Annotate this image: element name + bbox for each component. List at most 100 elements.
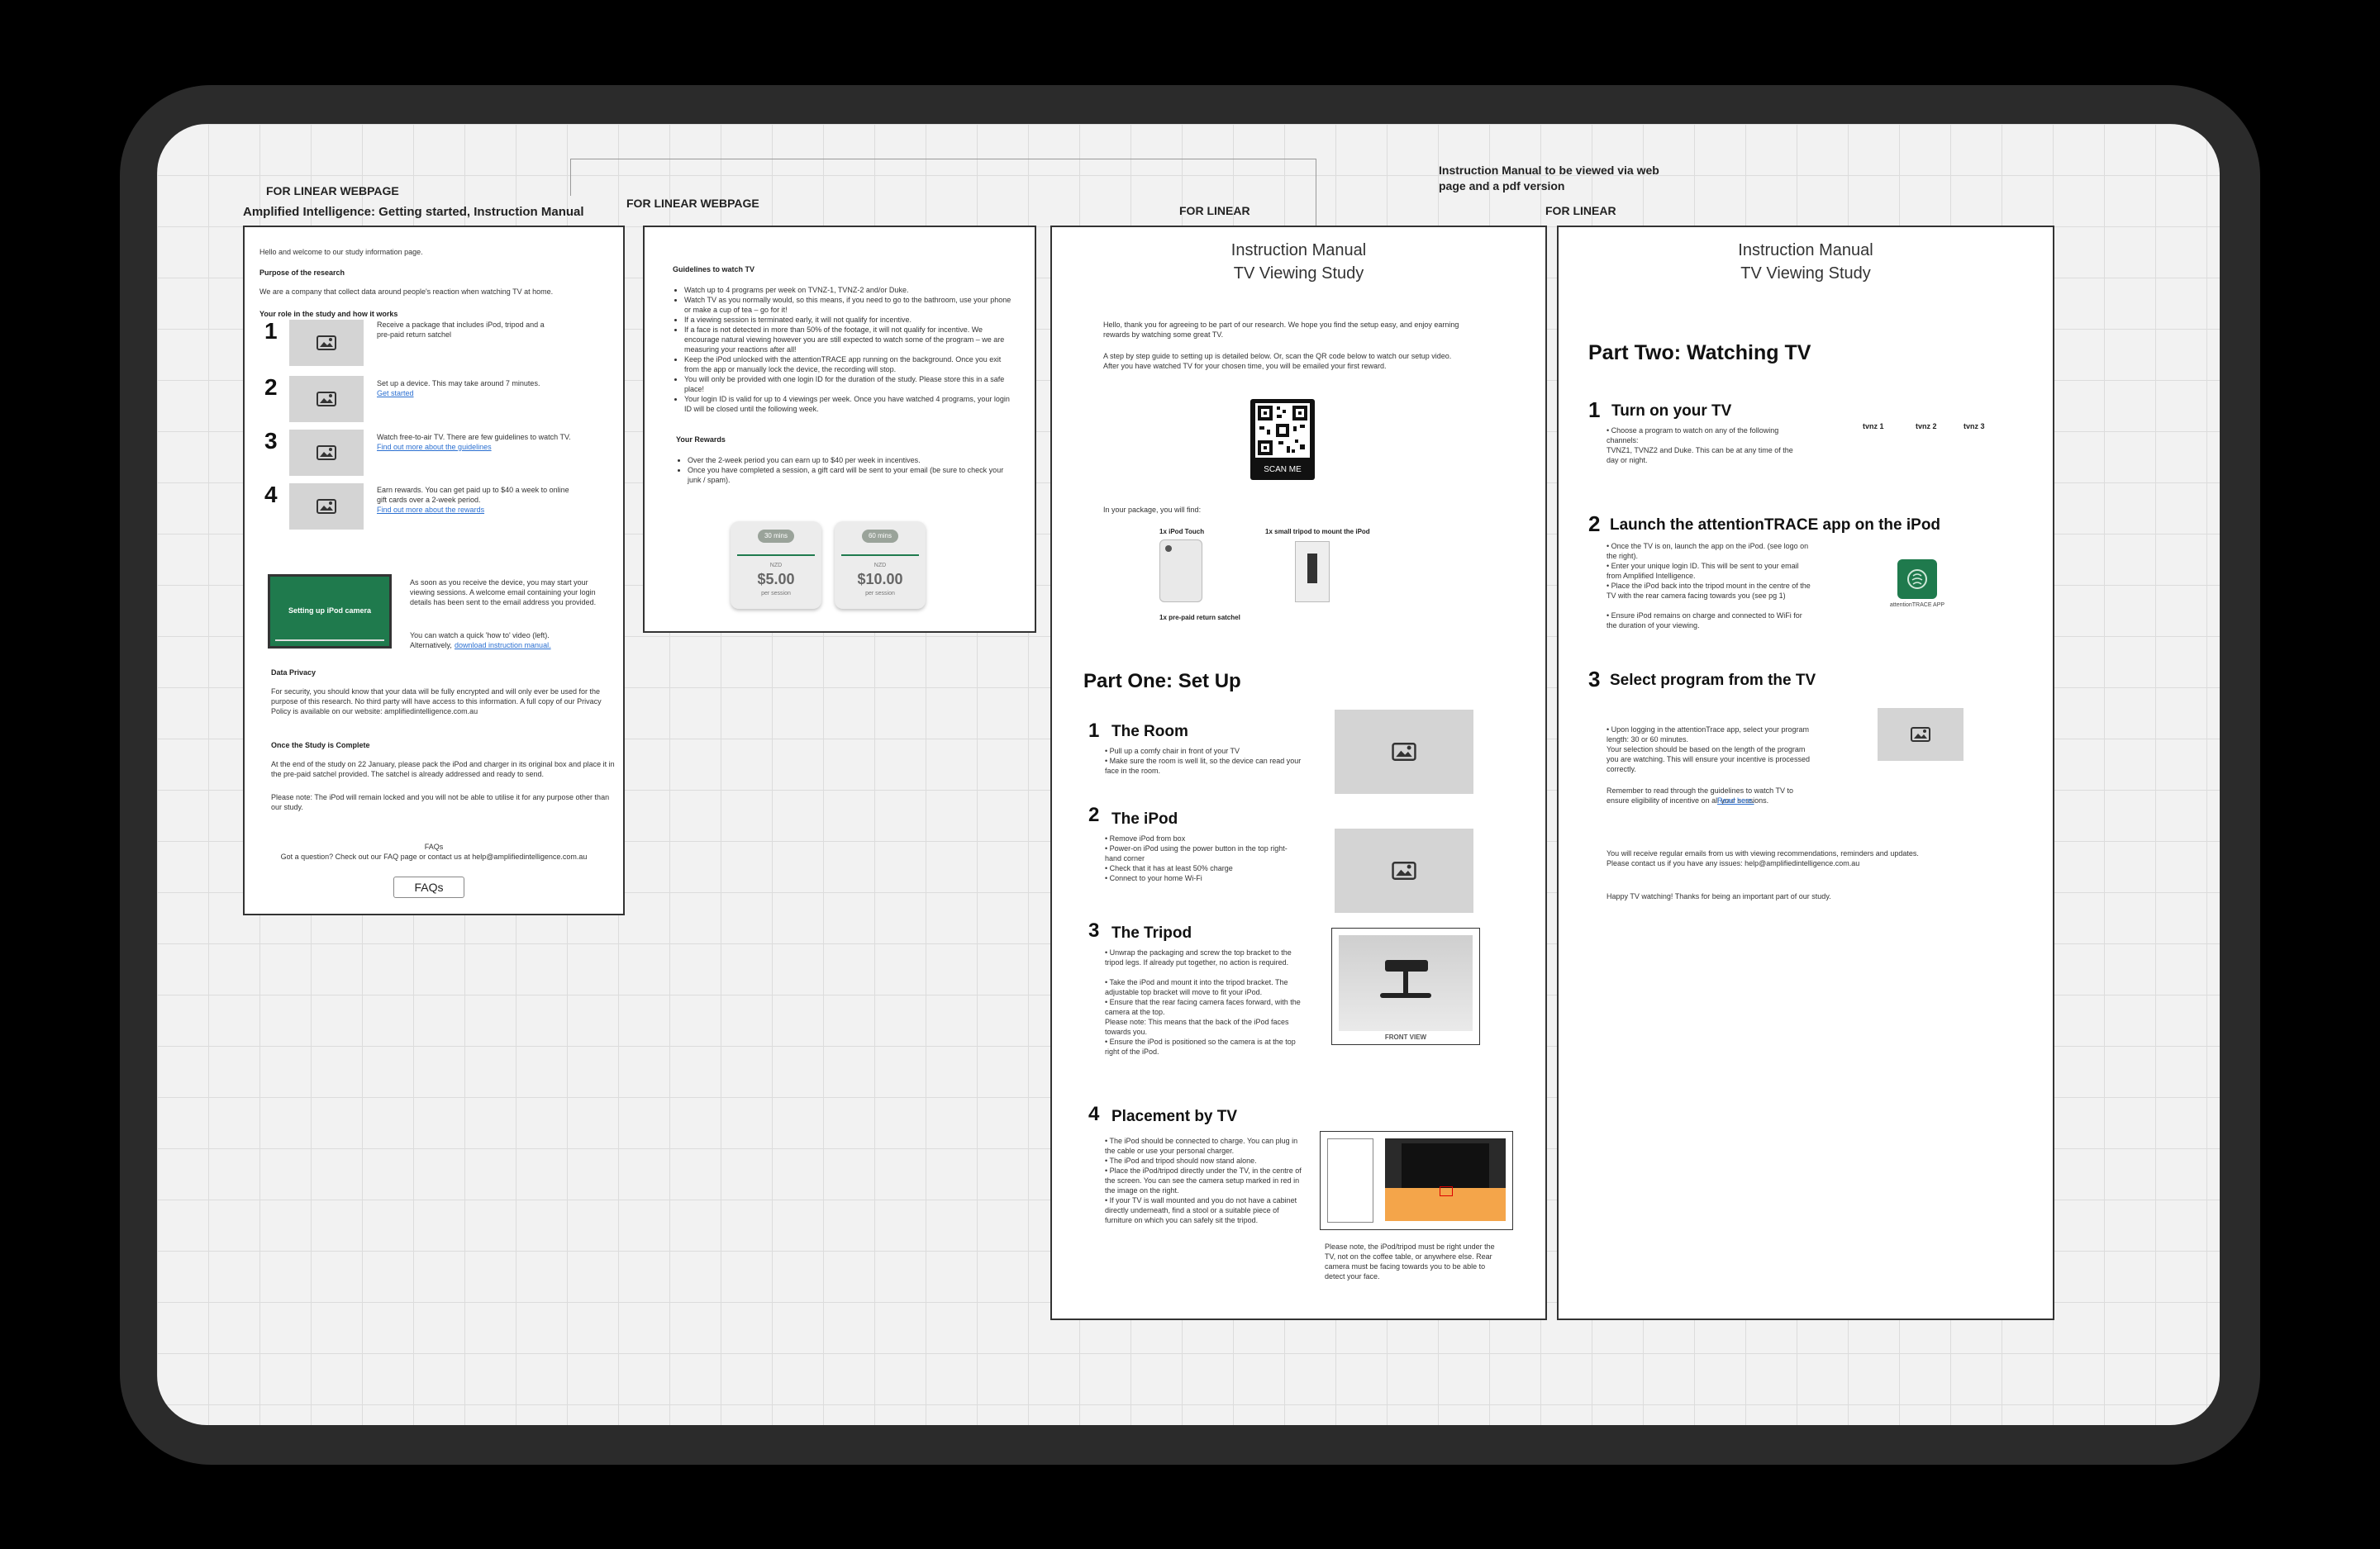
video-label: Setting up iPod camera <box>288 606 372 615</box>
image-icon <box>317 499 336 514</box>
section-title: Launch the attentionTRACE app on the iPo… <box>1610 516 1941 534</box>
video-progress <box>275 639 384 641</box>
section-line: Please note: This means that the back of… <box>1105 1018 1289 1036</box>
duration-badge: 60 mins <box>862 530 898 543</box>
guidelines-link[interactable]: Find out more about the guidelines <box>377 442 492 452</box>
section-title: The Tripod <box>1111 924 1192 942</box>
read-here-link[interactable]: Read here. <box>1717 796 1754 805</box>
list-item: Over the 2-week period you can earn up t… <box>688 455 1018 465</box>
card-divider <box>841 554 919 556</box>
section-line: • Ensure iPod remains on charge and conn… <box>1606 611 1802 630</box>
section-line: • Unwrap the packaging and screw the top… <box>1105 948 1292 967</box>
rewards-link[interactable]: Find out more about the rewards <box>377 505 484 515</box>
step-text: Earn rewards. You can get paid up to $40… <box>377 486 569 504</box>
image-icon <box>317 335 336 350</box>
tripod-stem <box>1403 972 1408 993</box>
attentiontrace-app-icon <box>1897 559 1937 599</box>
tripod-legs <box>1380 993 1431 998</box>
page-guidelines: Guidelines to watch TV Watch up to 4 pro… <box>643 226 1036 633</box>
download-manual-link[interactable]: download instruction manual. <box>455 640 551 650</box>
channel-logo-duke: tvnz 3 <box>1963 422 1985 430</box>
guidelines-list: Watch up to 4 programs per week on TVNZ-… <box>673 285 1015 414</box>
image-icon <box>317 392 336 406</box>
qr-code[interactable]: SCAN ME <box>1250 399 1315 480</box>
list-item: If a face is not detected in more than 5… <box>684 325 1015 354</box>
tripod-caption: FRONT VIEW <box>1384 1033 1427 1041</box>
complete-text: At the end of the study on 22 January, p… <box>271 760 615 778</box>
emails-text: You will receive regular emails from us … <box>1606 849 1919 867</box>
section-title: The iPod <box>1111 810 1178 828</box>
package-intro: In your package, you will find: <box>1103 506 1202 514</box>
section-number: 3 <box>1588 667 1601 691</box>
section-line: • Make sure the room is well lit, so the… <box>1105 757 1302 775</box>
manual-intro-2: A step by step guide to setting up is de… <box>1103 352 1452 370</box>
page-getting-started: Hello and welcome to our study informati… <box>243 226 625 915</box>
role-heading: Your role in the study and how it works <box>259 310 398 318</box>
image-icon <box>1911 727 1930 742</box>
step-number: 1 <box>264 318 278 344</box>
step-text: Receive a package that includes iPod, tr… <box>377 321 545 339</box>
side-view-diagram <box>1327 1138 1373 1223</box>
package-item: 1x pre-paid return satchel <box>1159 614 1240 621</box>
privacy-heading: Data Privacy <box>271 668 317 677</box>
image-icon <box>317 445 336 460</box>
rewards-list: Over the 2-week period you can earn up t… <box>676 455 1018 485</box>
section-line: • Connect to your home Wi-Fi <box>1105 874 1202 882</box>
section-line: • Remove iPod from box <box>1105 834 1186 843</box>
tripod-shape <box>1307 554 1317 583</box>
board-title: Amplified Intelligence: Getting started,… <box>243 205 584 219</box>
image-icon <box>1392 743 1416 761</box>
channel-label: tvnz 3 <box>1963 422 1985 430</box>
page-instruction-manual-watching: Instruction Manual TV Viewing Study Part… <box>1557 226 2054 1320</box>
tv-placement-diagram <box>1320 1131 1513 1230</box>
section-line: Remember to read through the guidelines … <box>1606 786 1793 805</box>
channel-label: tvnz 1 <box>1863 422 1884 430</box>
section-number: 2 <box>1588 511 1601 536</box>
step-number: 2 <box>264 374 278 400</box>
section-line: • Take the iPod and mount it into the tr… <box>1105 978 1288 996</box>
canvas[interactable]: FOR LINEAR WEBPAGE Amplified Intelligenc… <box>157 124 2220 1425</box>
reward-amount: $5.00 <box>757 571 795 587</box>
section-line: • Choose a program to watch on any of th… <box>1606 426 1779 444</box>
section-line: • Enter your unique login ID. This will … <box>1606 562 1799 580</box>
tv-screen <box>1402 1143 1489 1188</box>
complete-heading: Once the Study is Complete <box>271 741 370 749</box>
section-line: • Place the iPod back into the tripod mo… <box>1606 582 1811 600</box>
purpose-heading: Purpose of the research <box>259 268 345 277</box>
list-item: Watch up to 4 programs per week on TVNZ-… <box>684 285 1015 295</box>
tripod-image <box>1295 541 1330 602</box>
video-thumbnail[interactable]: Setting up iPod camera <box>268 574 392 649</box>
section-line: • The iPod should be connected to charge… <box>1105 1137 1298 1155</box>
video-text: As soon as you receive the device, you m… <box>410 578 597 606</box>
manual-intro: Hello, thank you for agreeing to be part… <box>1103 321 1459 339</box>
section-line: • Power-on iPod using the power button i… <box>1105 844 1288 862</box>
room-photo <box>1385 1138 1506 1221</box>
label-for-linear-2: FOR LINEAR <box>1545 204 1616 217</box>
tripod-photo: FRONT VIEW <box>1331 928 1480 1045</box>
image-placeholder <box>1878 708 1963 761</box>
section-title: Turn on your TV <box>1611 402 1732 420</box>
image-placeholder <box>289 320 364 366</box>
guidelines-heading: Guidelines to watch TV <box>673 265 755 273</box>
happy-text: Happy TV watching! Thanks for being an i… <box>1606 892 1831 900</box>
label-for-linear-webpage: FOR LINEAR WEBPAGE <box>266 184 399 197</box>
image-placeholder <box>289 430 364 476</box>
section-line: Your selection should be based on the le… <box>1606 745 1810 773</box>
manual-subtitle: TV Viewing Study <box>1740 264 1871 283</box>
image-icon <box>1392 862 1416 880</box>
faqs-text: Got a question? Check out our FAQ page o… <box>280 853 588 861</box>
step-number: 4 <box>264 482 278 507</box>
faqs-button[interactable]: FAQs <box>393 877 464 898</box>
section-title: The Room <box>1111 723 1188 740</box>
get-started-link[interactable]: Get started <box>377 388 414 398</box>
currency-label: NZD <box>769 563 783 568</box>
app-label: attentionTRACE APP <box>1889 602 1945 608</box>
section-title: Select program from the TV <box>1610 672 1816 689</box>
step-text: Watch free-to-air TV. There are few guid… <box>377 433 571 441</box>
part-two-title: Part Two: Watching TV <box>1588 341 1811 364</box>
section-number: 1 <box>1088 720 1100 742</box>
label-for-linear-webpage-2: FOR LINEAR WEBPAGE <box>626 197 759 210</box>
tripod-head <box>1385 960 1428 972</box>
package-item: 1x iPod Touch <box>1159 528 1205 535</box>
camera-lens-icon <box>1165 545 1172 552</box>
